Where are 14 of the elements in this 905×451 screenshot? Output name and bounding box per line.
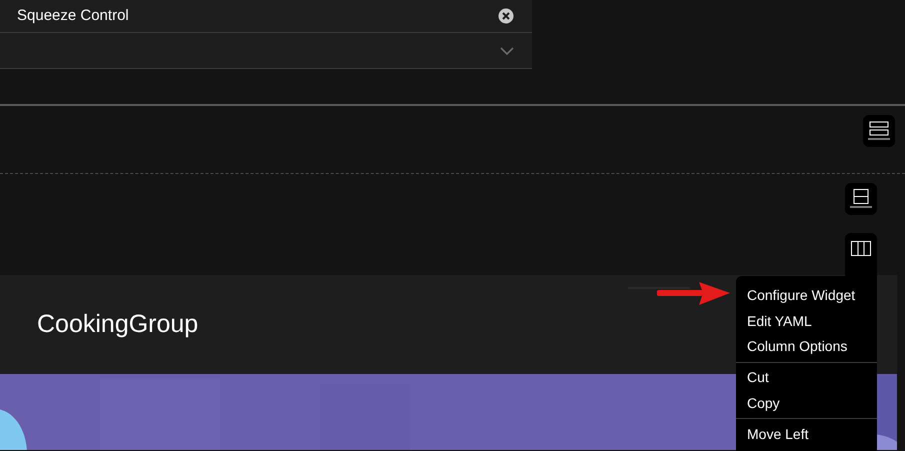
chevron-down-icon[interactable] — [500, 46, 514, 54]
menu-item[interactable]: Move Left — [736, 422, 877, 446]
stacked-rows-button[interactable] — [863, 115, 895, 147]
card-title: CookingGroup — [37, 308, 198, 340]
menu-item[interactable]: Cut — [736, 366, 877, 390]
menu-item[interactable]: Configure Widget — [736, 284, 877, 308]
split-row-button[interactable] — [845, 183, 877, 215]
columns-button[interactable] — [845, 233, 877, 278]
filter-chip-text: Squeeze Control — [17, 6, 129, 26]
menu-item[interactable]: Column Options — [736, 334, 877, 358]
clear-icon[interactable] — [498, 8, 514, 24]
columns-icon — [851, 241, 871, 256]
menu-item[interactable]: Edit YAML — [736, 309, 877, 333]
menu-item[interactable]: Copy — [736, 391, 877, 415]
